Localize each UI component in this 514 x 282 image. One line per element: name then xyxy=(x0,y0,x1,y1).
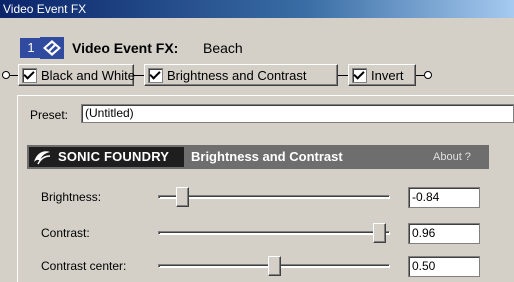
chain-end-node-icon xyxy=(424,71,432,79)
plugin-brand: SONIC FOUNDRY xyxy=(58,149,170,164)
value-input-contrast-center[interactable]: 0.50 xyxy=(408,256,480,277)
param-label-contrast-center: Contrast center: xyxy=(41,259,127,273)
chain-connector xyxy=(134,75,144,76)
preset-dropdown[interactable]: (Untitled) xyxy=(81,104,514,123)
checkbox-invert[interactable] xyxy=(352,67,367,83)
chain-item-label: Invert xyxy=(371,67,404,83)
chain-item-label: Brightness and Contrast xyxy=(167,67,307,83)
slider-thumb-brightness[interactable] xyxy=(176,187,189,207)
chain-item-label: Black and White xyxy=(41,67,135,83)
slider-track-contrast[interactable] xyxy=(158,231,390,235)
window-title: Video Event FX xyxy=(3,2,87,16)
value-input-brightness[interactable]: -0.84 xyxy=(408,187,480,208)
chain-start-node-icon xyxy=(2,71,10,79)
plugin-title: Brightness and Contrast xyxy=(191,149,343,164)
slider-thumb-contrast[interactable] xyxy=(373,223,386,243)
chain-connector xyxy=(10,75,18,76)
chain-connector xyxy=(416,75,424,76)
value-input-contrast[interactable]: 0.96 xyxy=(408,223,480,244)
fx-plugin-icon xyxy=(40,37,64,59)
slider-track-brightness[interactable] xyxy=(158,195,390,199)
chain-item-brightness-and-contrast[interactable]: Brightness and Contrast xyxy=(144,64,338,86)
preset-label: Preset: xyxy=(30,108,69,122)
sonic-foundry-logo-icon xyxy=(32,148,52,166)
chain-connector xyxy=(338,75,348,76)
checkbox-brightness-and-contrast[interactable] xyxy=(148,67,163,83)
about-link[interactable]: About ? xyxy=(433,151,471,163)
fx-header-title: Video Event FX: xyxy=(72,40,179,56)
chain-item-black-and-white[interactable]: Black and White xyxy=(18,64,135,86)
param-label-brightness: Brightness: xyxy=(41,190,102,204)
slider-thumb-contrast-center[interactable] xyxy=(268,256,281,276)
chain-item-invert[interactable]: Invert xyxy=(348,64,416,86)
param-label-contrast: Contrast: xyxy=(41,226,90,240)
window-titlebar: Video Event FX xyxy=(0,0,514,18)
checkbox-black-and-white[interactable] xyxy=(22,67,37,83)
fx-event-name: Beach xyxy=(203,40,243,56)
event-number-badge: 1 xyxy=(20,38,42,58)
